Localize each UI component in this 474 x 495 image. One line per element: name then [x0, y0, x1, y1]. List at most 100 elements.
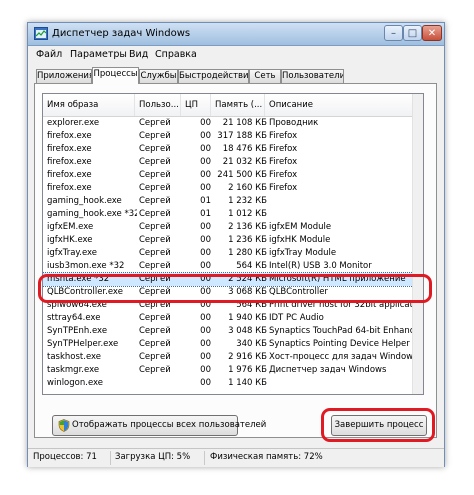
show-all-processes-button[interactable]: Отображать процессы всех пользователей: [52, 415, 266, 436]
process-list[interactable]: Имя образа Пользо... ЦП Память (... Опис…: [42, 93, 424, 395]
cell-memory: 2 136 КБ: [228, 222, 267, 232]
cell-cpu: 00: [200, 352, 211, 362]
table-row[interactable]: taskmgr.exe Сергей 00 1 976 КБ Диспетчер зад…: [43, 364, 415, 377]
table-row[interactable]: gaming_hook.exe *32 Сергей 01 1 012 КБ: [43, 208, 415, 221]
cell-memory: 241 500 КБ: [217, 170, 267, 180]
table-row[interactable]: firefox.exe Сергей 00 21 032 КБ Firefox: [43, 156, 415, 169]
cell-image-name: winlogon.exe: [47, 378, 104, 388]
table-row[interactable]: firefox.exe Сергей 00 317 188 КБ Firefox: [43, 130, 415, 143]
table-row[interactable]: firefox.exe Сергей 00 2 160 КБ Firefox: [43, 182, 415, 195]
maximize-icon: □: [407, 28, 418, 39]
cell-description: Synaptics Pointing Device Helper: [269, 339, 410, 349]
maximize-button[interactable]: □: [403, 25, 422, 41]
vertical-scrollbar[interactable]: [412, 94, 423, 394]
status-bar: Процессов: 71 Загрузка ЦП: 5% Физическая…: [28, 448, 444, 467]
cell-memory: 317 188 КБ: [217, 131, 267, 141]
table-row[interactable]: igfxEM.exe Сергей 00 2 136 КБ igfxEM Module: [43, 221, 415, 234]
cell-user: Сергей: [139, 248, 171, 258]
app-icon: [34, 27, 48, 40]
table-row[interactable]: winlogon.exe 00 1 140 КБ: [43, 377, 415, 390]
tab-performance[interactable]: Быстродействие: [178, 69, 249, 83]
close-button[interactable]: ✕: [422, 25, 442, 41]
tab-processes[interactable]: Процессы: [92, 67, 139, 84]
cell-image-name: firefox.exe: [47, 131, 92, 141]
cell-user: Сергей: [139, 118, 171, 128]
table-row[interactable]: taskhost.exe Сергей 00 2 916 КБ Хост-процесс…: [43, 351, 415, 364]
table-row[interactable]: SynTPHelper.exe Сергей 00 340 КБ Synaptics P…: [43, 338, 415, 351]
cell-user: [139, 377, 183, 390]
tab-users[interactable]: Пользователи: [281, 69, 344, 83]
cell-memory: 2 916 КБ: [228, 352, 267, 362]
cell-memory: 2 160 КБ: [228, 183, 267, 193]
cell-image-name: SynTPHelper.exe: [47, 339, 119, 349]
cell-cpu: 00: [200, 222, 211, 232]
table-row[interactable]: sttray64.exe Сергей 00 1 940 КБ IDT PC Audio: [43, 312, 415, 325]
cell-user: Сергей: [139, 196, 171, 206]
column-memory[interactable]: Память (...: [211, 94, 265, 116]
minimize-button[interactable]: –: [384, 25, 403, 41]
cell-image-name: igfxEM.exe: [47, 222, 94, 232]
cell-description: Synaptics TouchPad 64-bit Enhancements: [269, 326, 414, 336]
table-row[interactable]: firefox.exe Сергей 00 18 476 КБ Firefox: [43, 143, 415, 156]
status-separator: [204, 451, 205, 465]
column-description[interactable]: Описание: [265, 94, 415, 116]
cell-memory: 18 476 КБ: [222, 144, 267, 154]
table-row[interactable]: SynTPEnh.exe Сергей 00 3 048 КБ Synaptics To…: [43, 325, 415, 338]
tab-strip: Приложения Процессы Службы Быстродействи…: [36, 67, 436, 84]
menu-file[interactable]: Файл: [36, 49, 62, 60]
table-row[interactable]: explorer.exe Сергей 00 21 108 КБ Проводник: [43, 117, 415, 130]
cell-cpu: 00: [200, 157, 211, 167]
cell-user: Сергей: [139, 313, 171, 323]
table-row[interactable]: gaming_hook.exe Сергей 01 1 232 КБ: [43, 195, 415, 208]
column-image-name[interactable]: Имя образа: [43, 94, 135, 116]
cell-cpu: 00: [200, 339, 211, 349]
cell-image-name: SynTPEnh.exe: [47, 326, 108, 336]
tab-applications[interactable]: Приложения: [36, 69, 92, 83]
tab-network[interactable]: Сеть: [249, 69, 281, 83]
table-row[interactable]: igfxHK.exe Сергей 00 1 236 КБ igfxHK Module: [43, 234, 415, 247]
cell-description: Диспетчер задач Windows: [269, 365, 387, 375]
cell-user: Сергей: [139, 157, 171, 167]
cell-cpu: 00: [200, 326, 211, 336]
menu-options[interactable]: Параметры: [70, 49, 127, 60]
cell-user: Сергей: [139, 131, 171, 141]
cell-user: Сергей: [139, 352, 171, 362]
cell-description: igfxEM Module: [269, 222, 332, 232]
cell-memory: 21 108 КБ: [222, 118, 267, 128]
table-row[interactable]: igfxTray.exe Сергей 00 1 280 КБ igfxTray Mod…: [43, 247, 415, 260]
cell-description: [269, 208, 414, 221]
cell-description: igfxTray Module: [269, 248, 337, 258]
column-cpu[interactable]: ЦП: [181, 94, 211, 116]
cell-description: Проводник: [269, 118, 319, 128]
cell-image-name: firefox.exe: [47, 144, 92, 154]
minimize-icon: –: [391, 28, 396, 39]
title-bar[interactable]: Диспетчер задач Windows – □ ✕: [28, 23, 444, 46]
cell-image-name: iusb3mon.exe *32: [47, 261, 125, 271]
cell-memory: 1 280 КБ: [228, 248, 267, 258]
cell-cpu: 00: [200, 248, 211, 258]
cell-memory: 1 940 КБ: [228, 313, 267, 323]
tab-services[interactable]: Службы: [139, 69, 178, 83]
cell-cpu: 00: [200, 144, 211, 154]
status-separator: [110, 451, 111, 465]
shield-icon: [58, 419, 70, 432]
column-user[interactable]: Пользо...: [135, 94, 181, 116]
cell-cpu: 00: [200, 313, 211, 323]
cell-memory: 3 048 КБ: [228, 326, 267, 336]
cell-cpu: 00: [200, 183, 211, 193]
menu-view[interactable]: Вид: [129, 49, 148, 60]
cell-memory: 1 140 КБ: [228, 378, 267, 388]
cell-cpu: 00: [200, 378, 211, 388]
cell-cpu: 00: [200, 118, 211, 128]
show-all-processes-label: Отображать процессы всех пользователей: [72, 420, 267, 430]
cell-image-name: firefox.exe: [47, 170, 92, 180]
menu-help[interactable]: Справка: [155, 49, 197, 60]
cell-description: igfxHK Module: [269, 235, 331, 245]
table-row[interactable]: firefox.exe Сергей 00 241 500 КБ Firefox: [43, 169, 415, 182]
cell-user: Сергей: [139, 183, 171, 193]
cell-description: Intel(R) USB 3.0 Monitor: [269, 261, 372, 271]
cell-description: Firefox: [269, 157, 298, 167]
table-row[interactable]: iusb3mon.exe *32 Сергей 00 564 КБ Intel(R) U…: [43, 260, 415, 273]
cell-user: Сергей: [139, 170, 171, 180]
status-physical-memory: Физическая память: 72%: [210, 452, 323, 462]
